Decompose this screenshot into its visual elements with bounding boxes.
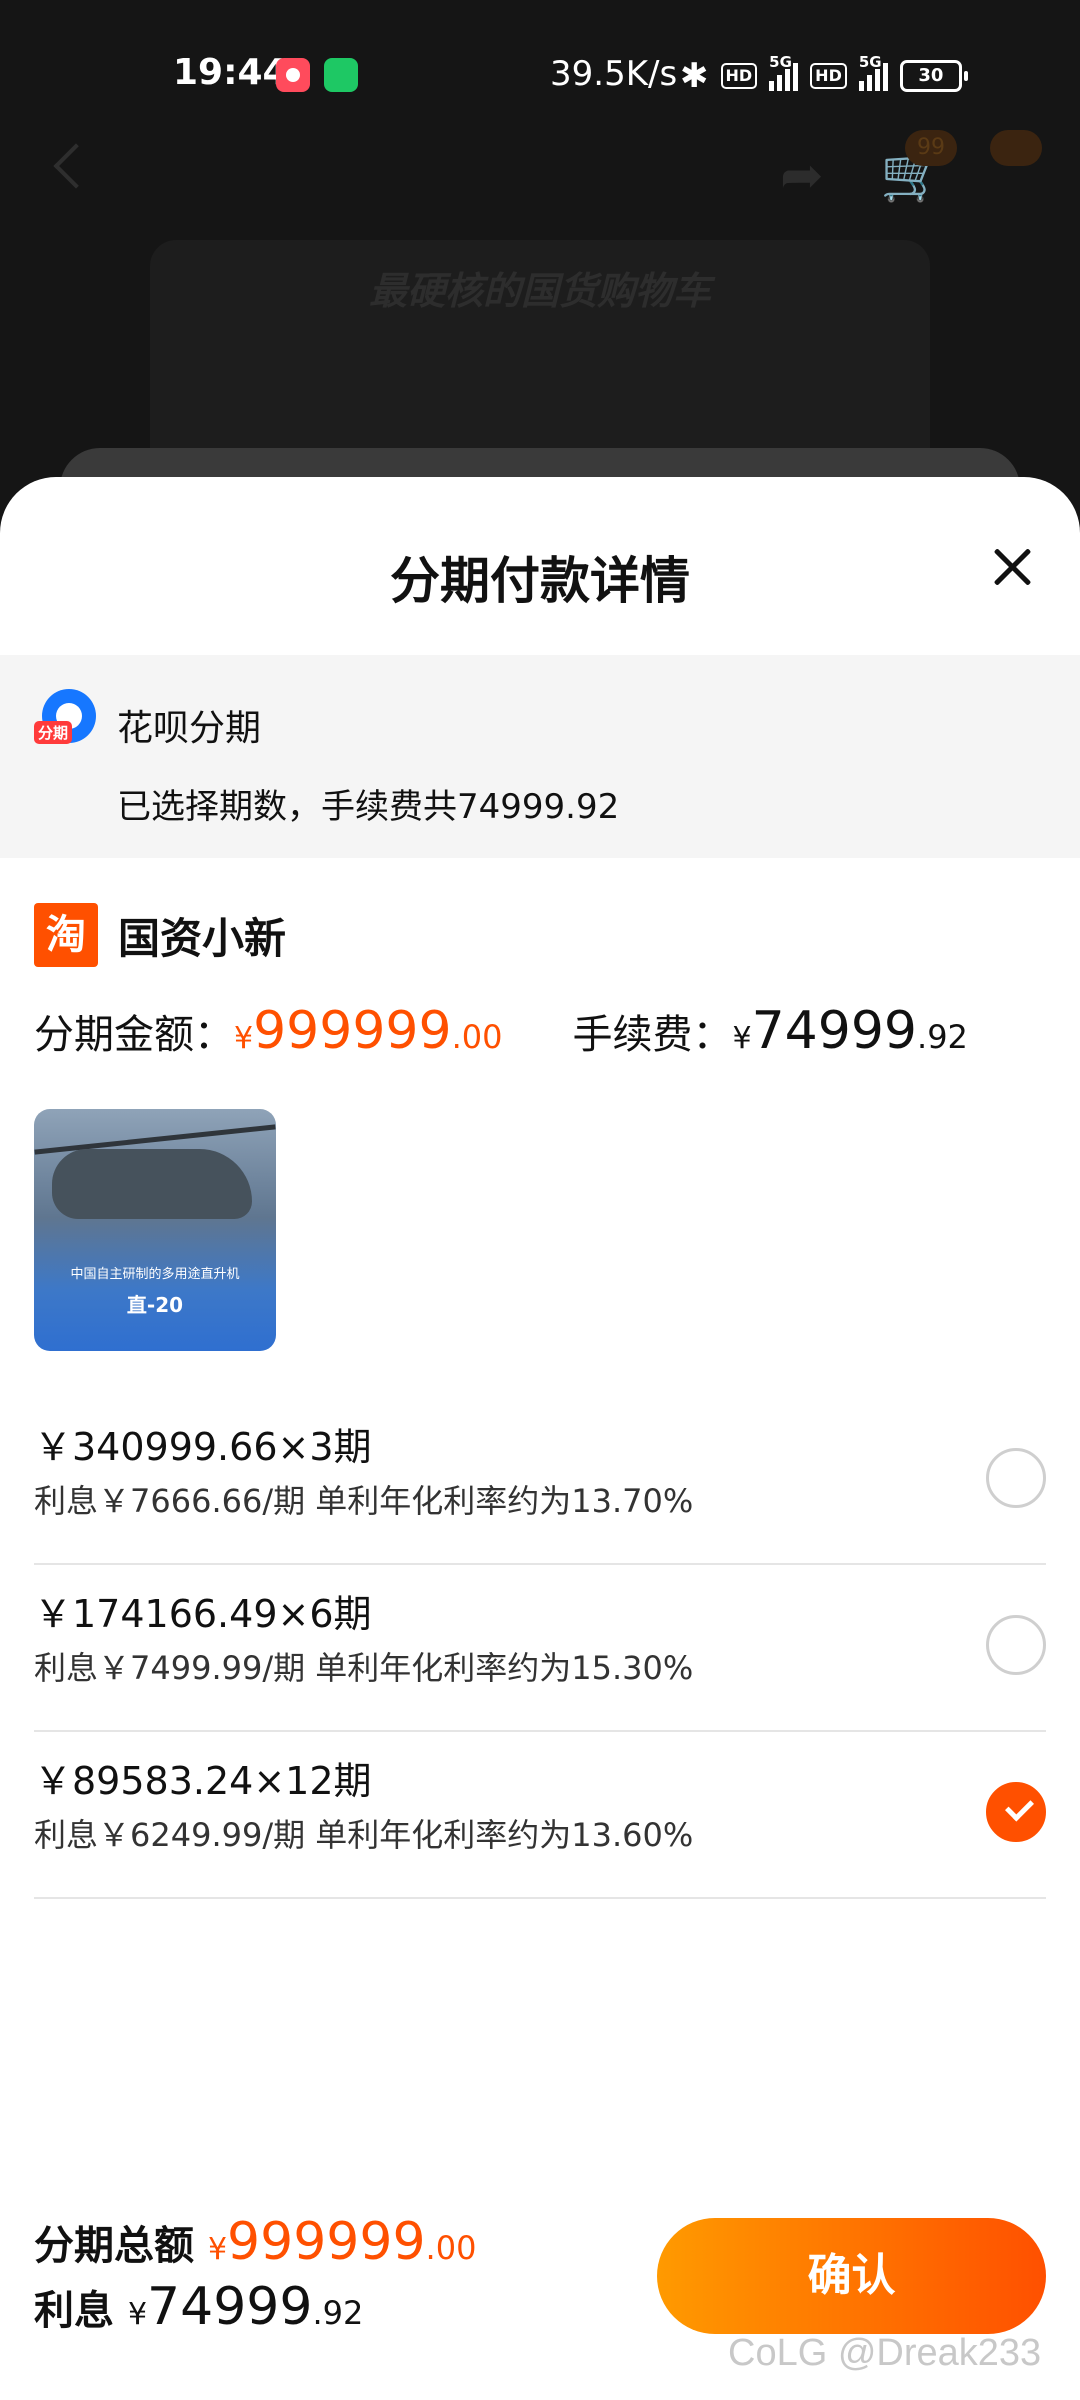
watermark: CoLG @Dreak233 [728, 2332, 1042, 2374]
plan-list: ￥340999.66×3期 利息￥7666.66/期 单利年化利率约为13.70… [34, 1398, 1046, 1899]
plan-interest: 利息￥7666.66/期 单利年化利率约为13.70% [34, 1482, 694, 1520]
plan-option-6[interactable]: ￥174166.49×6期 利息￥7499.99/期 单利年化利率约为15.30… [34, 1565, 1046, 1732]
share-icon: ➦ [780, 146, 824, 206]
screen-record-icon [276, 58, 310, 92]
cart-badge: 99 [905, 130, 957, 166]
more-badge [990, 130, 1042, 166]
interest-currency: ¥ [127, 2297, 148, 2332]
huabei-logo-icon: 分期 [34, 689, 96, 751]
plan-option-3[interactable]: ￥340999.66×3期 利息￥7666.66/期 单利年化利率约为13.70… [34, 1398, 1046, 1565]
radio-button[interactable] [986, 1448, 1046, 1508]
installment-currency: ¥ [234, 1021, 254, 1056]
total-amount-dec: .00 [425, 2229, 477, 2267]
confirm-button[interactable]: 确认 [657, 2218, 1046, 2334]
back-arrow-icon [53, 143, 99, 189]
interest-label: 利息 [34, 2288, 114, 2334]
interest-amount-dec: .92 [312, 2294, 364, 2332]
huabei-logo-tag: 分期 [34, 721, 73, 744]
store-name: 国资小新 [118, 913, 287, 963]
radio-button-checked[interactable] [986, 1782, 1046, 1842]
taobao-logo-icon: 淘 [34, 903, 98, 967]
hd-icon-2: HD [810, 63, 847, 89]
footer-total: 分期总额 ¥999999.00 [34, 2212, 476, 2272]
network-speed: 39.5K/s [550, 54, 678, 94]
store-row: 淘 国资小新 [34, 903, 286, 967]
fee-amount-dec: .92 [917, 1018, 968, 1056]
payment-method-description: 已选择期数，手续费共74999.92 [117, 787, 620, 827]
fee-label: 手续费： [572, 1012, 733, 1058]
interest-amount-int: 74999 [147, 2277, 313, 2337]
payment-method-name: 花呗分期 [117, 708, 262, 749]
plan-interest: 利息￥6249.99/期 单利年化利率约为13.60% [34, 1816, 694, 1854]
plan-interest: 利息￥7499.99/期 单利年化利率约为15.30% [34, 1649, 694, 1687]
total-currency: ¥ [207, 2232, 228, 2267]
installment-amount-label: 分期金额： [34, 1012, 234, 1058]
fee-amount-int: 74999 [751, 1001, 918, 1061]
plan-amount: ￥340999.66×3期 [34, 1425, 372, 1469]
radio-button[interactable] [986, 1615, 1046, 1675]
status-bar: 19:44 39.5K/s ✱ HD 5G HD 5G 30 [0, 0, 1080, 150]
hd-icon: HD [720, 63, 758, 89]
installment-sheet: 分期付款详情 分期 花呗分期 已选择期数，手续费共74999.92 淘 国资小新… [0, 477, 1080, 2400]
status-icons: ✱ HD 5G HD 5G 30 [680, 53, 968, 96]
background-page: ➦ 🛒 99 最硬核的国货购物车 [0, 130, 1080, 568]
signal-icon: 5G [769, 53, 799, 91]
payment-method-section: 分期 花呗分期 已选择期数，手续费共74999.92 [0, 655, 1080, 858]
installment-amount-dec: .00 [451, 1018, 503, 1056]
status-time: 19:44 [173, 52, 288, 93]
fee-currency: ¥ [732, 1021, 752, 1056]
product-image: 中国自主研制的多用途直升机 直-20 [34, 1109, 276, 1351]
total-label: 分期总额 [34, 2223, 194, 2269]
bluetooth-icon: ✱ [680, 56, 709, 96]
product-image-caption: 中国自主研制的多用途直升机 [70, 1267, 240, 1282]
product-image-model: 直-20 [126, 1293, 184, 1317]
amount-row: 分期金额：¥999999.00 手续费：¥74999.92 [34, 1001, 968, 1061]
close-icon[interactable] [990, 545, 1034, 589]
battery-icon: 30 [899, 60, 968, 92]
signal-icon-2: 5G [858, 53, 888, 91]
plan-option-12[interactable]: ￥89583.24×12期 利息￥6249.99/期 单利年化利率约为13.60… [34, 1732, 1046, 1899]
plan-amount: ￥89583.24×12期 [34, 1759, 372, 1803]
footer-interest: 利息 ¥74999.92 [34, 2277, 363, 2337]
installment-amount-int: 999999 [253, 1001, 452, 1061]
total-amount-int: 999999 [227, 2212, 426, 2272]
phone-call-icon [324, 58, 358, 92]
banner-title: 最硬核的国货购物车 [368, 269, 711, 313]
sheet-title: 分期付款详情 [390, 552, 690, 610]
plan-amount: ￥174166.49×6期 [34, 1592, 372, 1636]
